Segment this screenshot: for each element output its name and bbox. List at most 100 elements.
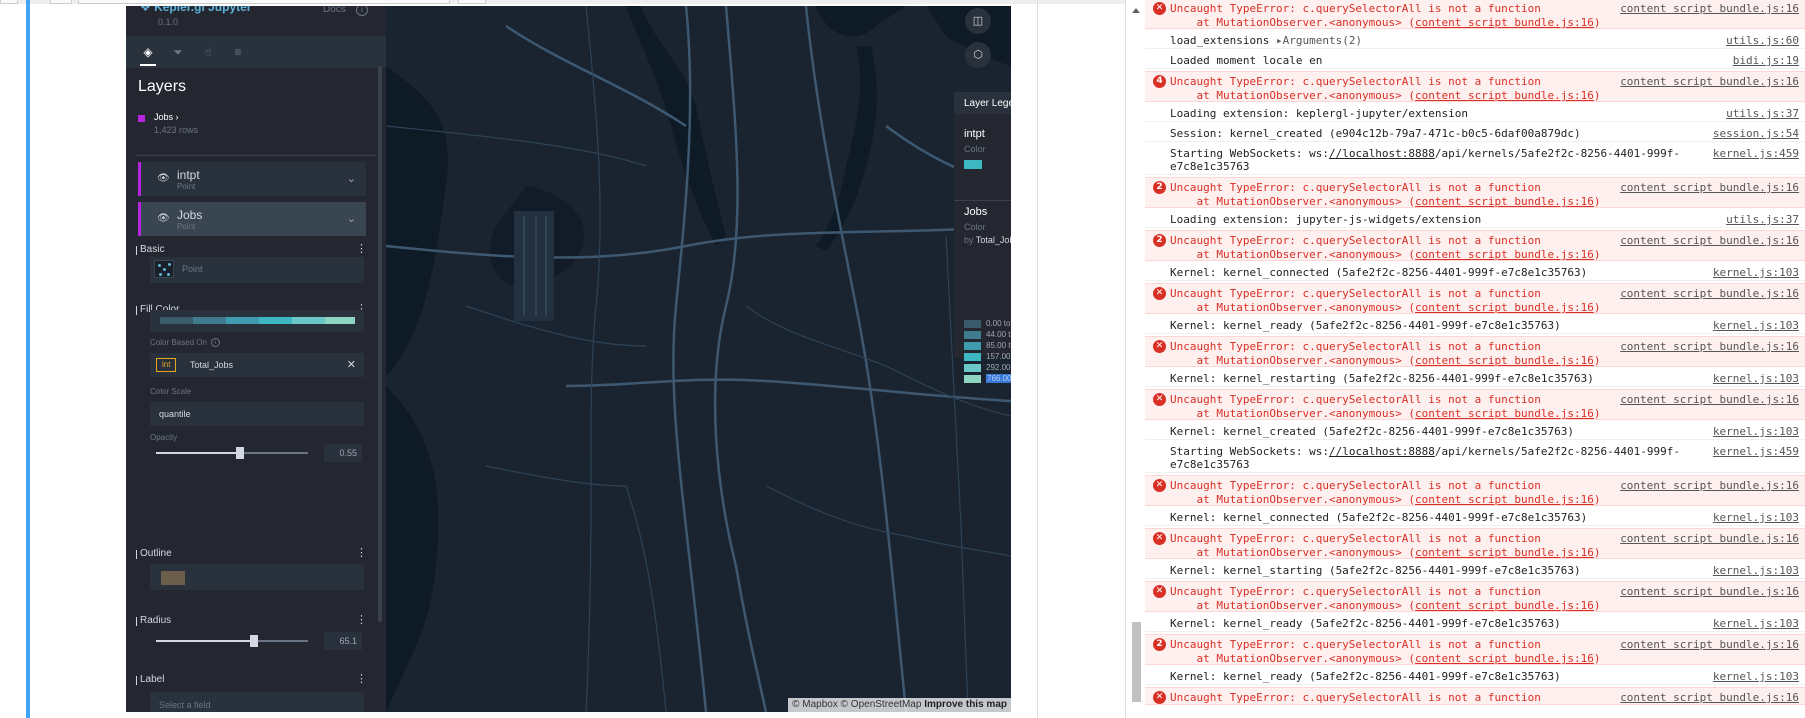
3d-map-button[interactable]: ⬡ (965, 42, 991, 68)
console-source-link[interactable]: content script bundle.js:16 (1620, 393, 1799, 406)
scrollbar-thumb[interactable] (1132, 622, 1141, 702)
radius-slider[interactable] (156, 635, 308, 647)
console-source-link[interactable]: kernel.js:103 (1713, 617, 1799, 630)
console-source-link[interactable]: utils.js:60 (1726, 34, 1799, 47)
console-source-link[interactable]: kernel.js:103 (1713, 511, 1799, 524)
eye-icon[interactable]: 👁 (157, 213, 170, 224)
kebab-icon[interactable]: ⋮ (356, 672, 367, 685)
console-source-link[interactable]: kernel.js:459 (1713, 147, 1799, 160)
toolbar-button[interactable] (458, 0, 486, 4)
console-source-link[interactable]: content script bundle.js:16 (1620, 287, 1799, 300)
console-source-link[interactable]: content script bundle.js:16 (1620, 75, 1799, 88)
websocket-link[interactable]: //localhost:8888 (1329, 147, 1435, 160)
console-message: Kernel: kernel_starting (5afe2f2c-8256-4… (1170, 564, 1581, 577)
screen: ❖ Kepler.gl Jupyter 0.1.0 Docs i ◈ ⏷ ☝ ≡… (0, 0, 1805, 718)
stack-trace-link[interactable]: content script bundle.js:16 (1415, 16, 1594, 29)
console-source-link[interactable]: content script bundle.js:16 (1620, 234, 1799, 247)
stack-trace-link[interactable]: content script bundle.js:16 (1415, 248, 1594, 261)
stack-trace-link[interactable]: content script bundle.js:16 (1415, 195, 1594, 208)
toolbar-button[interactable] (0, 0, 18, 4)
color-field-selector[interactable]: int Total_Jobs ✕ (150, 353, 364, 377)
slider-handle[interactable] (236, 447, 244, 459)
toolbar-button[interactable] (50, 0, 72, 4)
help-icon[interactable]: i (210, 338, 220, 348)
section-label[interactable]: Label (135, 674, 164, 685)
console-source-link[interactable]: kernel.js:103 (1713, 564, 1799, 577)
console-log-row: Kernel: kernel_ready (5afe2f2c-8256-4401… (1145, 614, 1805, 632)
section-outline[interactable]: Outline (136, 548, 172, 559)
stack-trace-link[interactable]: content script bundle.js:16 (1415, 354, 1594, 367)
console-source-link[interactable]: kernel.js:103 (1713, 319, 1799, 332)
section-basic[interactable]: Basic (135, 244, 164, 255)
console-source-link[interactable]: kernel.js:103 (1713, 670, 1799, 683)
basemap-tab-icon[interactable]: ≡ (231, 45, 245, 59)
console-error-row: 2 Uncaught TypeError: c.querySelectorAll … (1145, 230, 1805, 261)
map-canvas[interactable]: ◫ ⬡ Layer Legend ✚ intpt Color Jobs Colo… (386, 6, 1011, 712)
console-source-link[interactable]: session.js:54 (1713, 127, 1799, 140)
expandable-arguments[interactable]: ▸Arguments(2) (1269, 34, 1362, 47)
side-panel-scrollbar[interactable] (378, 66, 382, 622)
color-scale-select[interactable]: quantile (150, 402, 364, 426)
console-message: Starting WebSockets: ws://localhost:8888… (1170, 147, 1680, 173)
kebab-icon[interactable]: ⋮ (356, 242, 367, 255)
stack-trace-link[interactable]: content script bundle.js:16 (1415, 407, 1594, 420)
layer-panel-jobs[interactable]: 👁 Jobs Point ⌄ (138, 202, 366, 236)
opacity-slider[interactable] (156, 447, 308, 459)
section-radius[interactable]: Radius (135, 615, 171, 626)
console-source-link[interactable]: kernel.js:459 (1713, 445, 1799, 458)
radius-input[interactable]: 65.1 (324, 632, 362, 650)
layer-type-selector[interactable]: Point (150, 257, 364, 283)
scroll-up-arrow-icon[interactable] (1132, 8, 1140, 13)
websocket-link[interactable]: //localhost:8888 (1329, 445, 1435, 458)
console-source-link[interactable]: content script bundle.js:16 (1620, 691, 1799, 704)
console-source-link[interactable]: content script bundle.js:16 (1620, 638, 1799, 651)
improve-map-link[interactable]: Improve this map (924, 699, 1007, 710)
stack-trace-link[interactable]: content script bundle.js:16 (1415, 301, 1594, 314)
split-map-button[interactable]: ◫ (965, 8, 991, 34)
docs-link[interactable]: Docs (323, 6, 346, 15)
console-source-link[interactable]: bidi.js:19 (1733, 54, 1799, 67)
console-source-link[interactable]: kernel.js:103 (1713, 425, 1799, 438)
console-source-link[interactable]: kernel.js:103 (1713, 266, 1799, 279)
layers-tab-icon[interactable]: ◈ (141, 45, 155, 59)
console-source-link[interactable]: content script bundle.js:16 (1620, 340, 1799, 353)
console-source-link[interactable]: content script bundle.js:16 (1620, 2, 1799, 15)
info-icon[interactable]: i (356, 6, 368, 16)
osm-attribution[interactable]: © OpenStreetMap (841, 699, 922, 710)
legend-label: 157.00 to 292.00 (986, 352, 1011, 361)
label-field-select[interactable]: Select a field (150, 692, 364, 712)
stack-trace-link[interactable]: content script bundle.js:16 (1415, 546, 1594, 559)
eye-icon[interactable]: 👁 (157, 173, 170, 184)
close-icon[interactable]: ✕ (347, 358, 356, 371)
stack-trace-link[interactable]: content script bundle.js:16 (1415, 599, 1594, 612)
console-source-link[interactable]: kernel.js:103 (1713, 372, 1799, 385)
slider-handle[interactable] (250, 635, 258, 647)
chevron-down-icon[interactable]: ⌄ (347, 172, 356, 185)
dataset-name[interactable]: Jobs › (154, 112, 179, 122)
console-message: Uncaught TypeError: c.querySelectorAll i… (1170, 638, 1541, 651)
color-ramp[interactable] (150, 310, 364, 332)
opacity-input[interactable]: 0.55 (324, 444, 362, 462)
kebab-icon[interactable]: ⋮ (356, 613, 367, 626)
console-source-link[interactable]: content script bundle.js:16 (1620, 181, 1799, 194)
panel-scrollbar[interactable] (1125, 0, 1145, 718)
stack-trace-link[interactable]: content script bundle.js:16 (1415, 652, 1594, 665)
interaction-tab-icon[interactable]: ☝ (201, 45, 215, 59)
chevron-down-icon[interactable]: ⌄ (347, 212, 356, 225)
toolbar-dropdown[interactable] (78, 0, 450, 4)
error-icon: ✕ (1153, 287, 1166, 300)
outline-color-swatch[interactable] (161, 571, 185, 585)
mapbox-attribution[interactable]: © Mapbox (792, 699, 838, 710)
layer-panel-intpt[interactable]: 👁 intpt Point ⌄ (138, 162, 366, 196)
console-source-link[interactable]: content script bundle.js:16 (1620, 585, 1799, 598)
kebab-icon[interactable]: ⋮ (356, 546, 367, 559)
console-source-link[interactable]: content script bundle.js:16 (1620, 479, 1799, 492)
stack-trace: at MutationObserver.<anonymous> (content… (1170, 89, 1601, 102)
stack-trace-link[interactable]: content script bundle.js:16 (1415, 493, 1594, 506)
console-source-link[interactable]: utils.js:37 (1726, 213, 1799, 226)
stack-trace-link[interactable]: content script bundle.js:16 (1415, 89, 1594, 102)
console-log-row: Loaded moment locale en bidi.js:19 (1145, 51, 1805, 69)
filter-tab-icon[interactable]: ⏷ (171, 45, 185, 59)
console-source-link[interactable]: content script bundle.js:16 (1620, 532, 1799, 545)
console-source-link[interactable]: utils.js:37 (1726, 107, 1799, 120)
